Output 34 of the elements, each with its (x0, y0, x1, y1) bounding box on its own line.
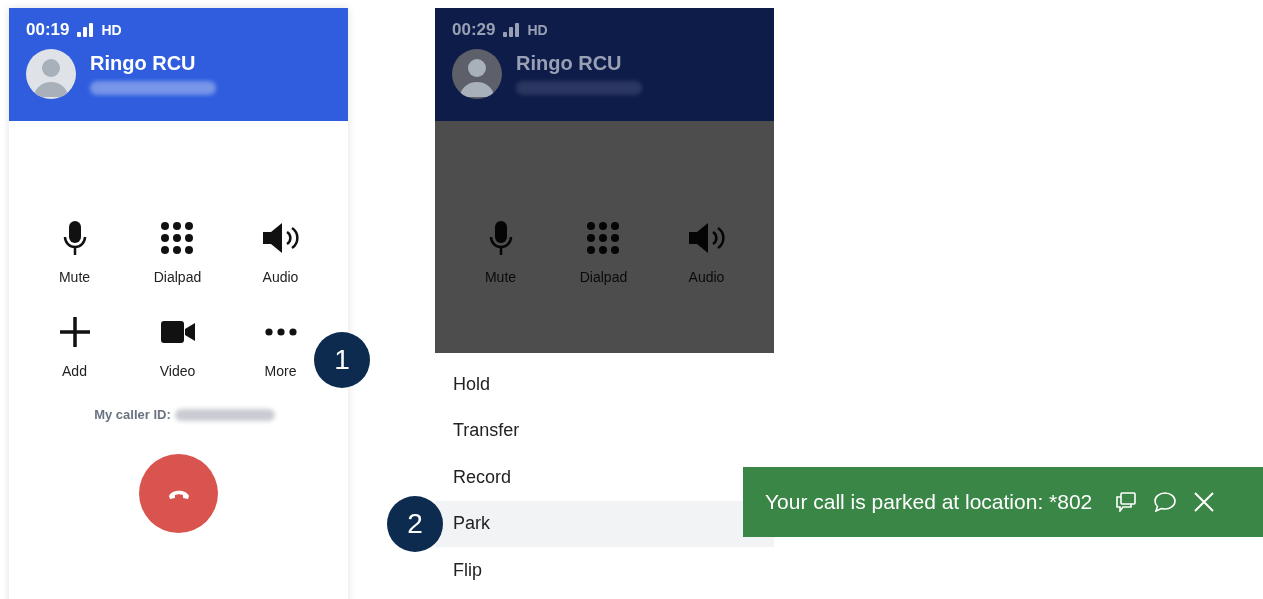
contact-name: Ringo RCU (516, 52, 623, 75)
call-control-button[interactable]: More (264, 313, 297, 379)
phone-handset-icon (167, 488, 190, 499)
signal-icon (503, 23, 520, 37)
dialpad-icon (587, 222, 620, 254)
call-control-button[interactable]: Dialpad (153, 219, 202, 285)
copy-icon[interactable] (1116, 492, 1137, 512)
call-timer: 00:29 (452, 20, 496, 40)
speaker-icon (262, 223, 299, 253)
call-control-button[interactable]: Video (159, 313, 196, 379)
call-timer: 00:19 (26, 20, 70, 40)
avatar-placeholder (452, 49, 502, 99)
step-marker: 1 (314, 332, 370, 388)
speaker-icon (688, 223, 725, 253)
caller-id-label: My caller ID: (94, 407, 171, 422)
dialpad-icon (161, 222, 194, 254)
plus-icon (59, 317, 90, 347)
avatar-placeholder (26, 49, 76, 99)
quality-label: HD (527, 22, 548, 38)
menu-item[interactable]: Hold (435, 361, 774, 408)
step-marker: 2 (387, 496, 443, 552)
more-icon (264, 328, 297, 336)
call-control-button[interactable]: Add (59, 313, 90, 379)
microphone-icon (62, 221, 87, 255)
microphone-icon (488, 221, 513, 255)
contact-name: Ringo RCU (90, 52, 197, 75)
chat-bubble-icon[interactable] (1154, 492, 1177, 512)
quality-label: HD (101, 22, 122, 38)
close-icon[interactable] (1194, 492, 1215, 512)
call-control-button[interactable]: Mute (58, 219, 91, 285)
call-control-button[interactable]: Audio (262, 219, 299, 285)
signal-icon (77, 23, 94, 37)
menu-item[interactable]: Transfer (435, 407, 774, 454)
video-camera-icon (160, 321, 195, 343)
